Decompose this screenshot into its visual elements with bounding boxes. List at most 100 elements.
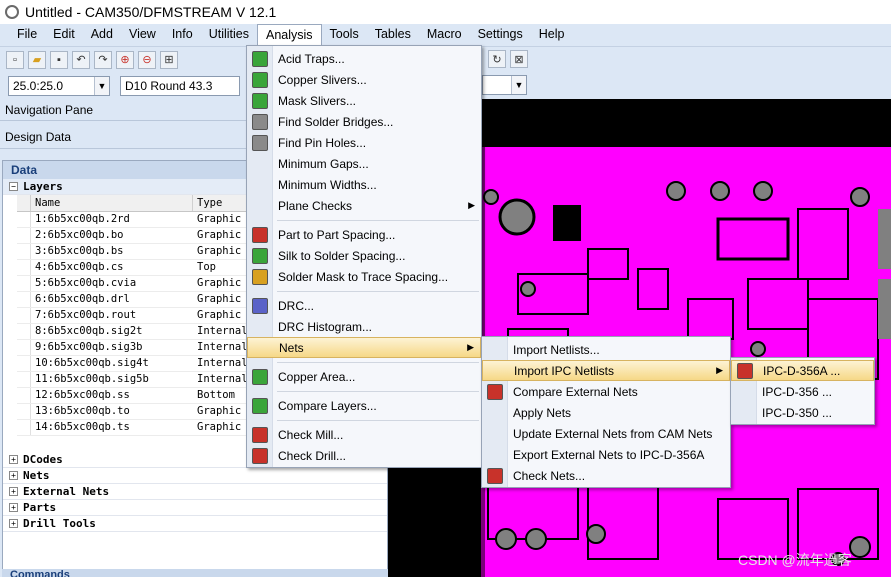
menu-help[interactable]: Help — [531, 24, 573, 46]
submenu-arrow-icon: ▶ — [467, 342, 474, 352]
tree-item-external-nets[interactable]: + External Nets — [3, 484, 387, 500]
expand-icon[interactable]: + — [9, 503, 18, 512]
menu-item-find-pin-holes[interactable]: Find Pin Holes... — [247, 132, 481, 153]
via — [666, 181, 686, 201]
menu-item-part-to-part-spacing[interactable]: Part to Part Spacing... — [247, 224, 481, 245]
menu-item-import-netlists[interactable]: Import Netlists... — [482, 339, 730, 360]
layer-row[interactable]: 11:6b5xc00qb.sig5b Internal — [17, 372, 247, 388]
menu-macro[interactable]: Macro — [419, 24, 470, 46]
menu-analysis[interactable]: Analysis — [256, 24, 322, 46]
menu-item-label: Import IPC Netlists — [514, 363, 615, 378]
menu-item-drc-histogram[interactable]: DRC Histogram... — [247, 316, 481, 337]
expand-icon[interactable]: + — [9, 519, 18, 528]
watermark: CSDN @流年過客 — [738, 552, 852, 568]
menu-item-import-ipc-netlists[interactable]: Import IPC Netlists ▶ — [482, 360, 730, 381]
menu-item-update-external-nets-from-cam-nets[interactable]: Update External Nets from CAM Nets — [482, 423, 730, 444]
menu-item-ipc-d-356[interactable]: IPC-D-356 ... — [731, 381, 874, 402]
layer-row[interactable]: 12:6b5xc00qb.ss Bottom — [17, 388, 247, 404]
menu-item-check-drill[interactable]: Check Drill... — [247, 445, 481, 466]
zoom-window-icon[interactable]: ⊞ — [160, 50, 178, 69]
layer-row[interactable]: 7:6b5xc00qb.rout Graphic — [17, 308, 247, 324]
expand-icon[interactable]: + — [9, 487, 18, 496]
menu-item-compare-external-nets[interactable]: Compare External Nets — [482, 381, 730, 402]
column-header-name[interactable]: Name — [31, 195, 193, 211]
acid-traps-icon — [247, 50, 273, 67]
menu-add[interactable]: Add — [83, 24, 121, 46]
grid-select[interactable]: 25.0:25.0 ▼ — [8, 75, 110, 96]
redo-icon[interactable]: ↷ — [94, 50, 112, 69]
menu-tables[interactable]: Tables — [367, 24, 419, 46]
menu-item-check-nets[interactable]: Check Nets... — [482, 465, 730, 486]
chevron-down-icon: ▼ — [94, 76, 109, 95]
layer-name: 2:6b5xc00qb.bo — [35, 229, 124, 241]
menu-item-ipc-d-356a[interactable]: IPC-D-356A ... — [731, 360, 874, 381]
zoom-out-icon[interactable]: ⊖ — [138, 50, 156, 69]
layer-select[interactable]: ▼ — [482, 75, 527, 95]
layer-row[interactable]: 13:6b5xc00qb.to Graphic — [17, 404, 247, 420]
ipc-import-icon — [732, 362, 758, 379]
via — [750, 341, 766, 357]
save-icon[interactable]: ▪ — [50, 50, 68, 69]
menu-item-copper-slivers[interactable]: Copper Slivers... — [247, 69, 481, 90]
menu-item-nets[interactable]: Nets ▶ — [247, 337, 481, 358]
via — [525, 528, 547, 550]
collapse-icon[interactable]: − — [9, 182, 18, 191]
menu-item-export-external-nets-to-ipc-d-356a[interactable]: Export External Nets to IPC-D-356A — [482, 444, 730, 465]
solder-bridges-icon-glyph — [252, 113, 268, 130]
undo-icon[interactable]: ↶ — [72, 50, 90, 69]
menu-item-solder-mask-to-trace-spacing[interactable]: Solder Mask to Trace Spacing... — [247, 266, 481, 287]
snap-icon[interactable]: ⊠ — [510, 50, 528, 68]
menu-item-ipc-d-350[interactable]: IPC-D-350 ... — [731, 402, 874, 423]
menu-separator — [277, 391, 479, 392]
menu-item-compare-layers[interactable]: Compare Layers... — [247, 395, 481, 416]
layer-row[interactable]: 1:6b5xc00qb.2rd Graphic — [17, 212, 247, 228]
menu-file[interactable]: File — [9, 24, 45, 46]
menu-item-silk-to-solder-spacing[interactable]: Silk to Solder Spacing... — [247, 245, 481, 266]
layer-row[interactable]: 6:6b5xc00qb.drl Graphic — [17, 292, 247, 308]
column-header-type[interactable]: Type — [193, 195, 247, 211]
menu-settings[interactable]: Settings — [470, 24, 531, 46]
design-data-tab[interactable]: Design Data — [0, 121, 246, 149]
ipc-netlists-submenu: IPC-D-356A ... IPC-D-356 ... IPC-D-350 ... — [730, 357, 875, 425]
commands-panel-header[interactable]: Commands — [2, 569, 388, 577]
tree-item-nets[interactable]: + Nets — [3, 468, 387, 484]
menu-info[interactable]: Info — [164, 24, 201, 46]
menu-edit[interactable]: Edit — [45, 24, 83, 46]
menu-item-check-mill[interactable]: Check Mill... — [247, 424, 481, 445]
menu-utilities[interactable]: Utilities — [201, 24, 257, 46]
menu-item-acid-traps[interactable]: Acid Traps... — [247, 48, 481, 69]
menu-item-label: Acid Traps... — [278, 51, 345, 66]
menu-item-plane-checks[interactable]: Plane Checks ▶ — [247, 195, 481, 216]
tree-item-label: Parts — [23, 501, 57, 514]
refresh-icon[interactable]: ↻ — [488, 50, 506, 68]
layer-row[interactable]: 5:6b5xc00qb.cvia Graphic — [17, 276, 247, 292]
menu-item-minimum-gaps[interactable]: Minimum Gaps... — [247, 153, 481, 174]
menu-item-find-solder-bridges[interactable]: Find Solder Bridges... — [247, 111, 481, 132]
layer-row[interactable]: 14:6b5xc00qb.ts Graphic — [17, 420, 247, 436]
menu-view[interactable]: View — [121, 24, 164, 46]
menu-item-minimum-widths[interactable]: Minimum Widths... — [247, 174, 481, 195]
tree-item-parts[interactable]: + Parts — [3, 500, 387, 516]
layer-row[interactable]: 4:6b5xc00qb.cs Top — [17, 260, 247, 276]
menu-item-copper-area[interactable]: Copper Area... — [247, 366, 481, 387]
new-file-icon[interactable]: ▫ — [6, 50, 24, 69]
layers-table-header: Name Type — [17, 195, 247, 212]
layer-row[interactable]: 10:6b5xc00qb.sig4t Internal — [17, 356, 247, 372]
row-gutter — [17, 324, 31, 339]
dcode-select[interactable]: D10 Round 43.3 — [120, 75, 240, 96]
layer-row[interactable]: 3:6b5xc00qb.bs Graphic — [17, 244, 247, 260]
menu-tools[interactable]: Tools — [322, 24, 367, 46]
menu-item-drc[interactable]: DRC... — [247, 295, 481, 316]
layer-row[interactable]: 9:6b5xc00qb.sig3b Internal — [17, 340, 247, 356]
menu-item-mask-slivers[interactable]: Mask Slivers... — [247, 90, 481, 111]
expand-icon[interactable]: + — [9, 455, 18, 464]
pad-strip — [878, 279, 891, 339]
expand-icon[interactable]: + — [9, 471, 18, 480]
menu-item-apply-nets[interactable]: Apply Nets — [482, 402, 730, 423]
zoom-in-icon[interactable]: ⊕ — [116, 50, 134, 69]
menu-item-label: Solder Mask to Trace Spacing... — [278, 269, 449, 284]
layer-row[interactable]: 8:6b5xc00qb.sig2t Internal — [17, 324, 247, 340]
layer-row[interactable]: 2:6b5xc00qb.bo Graphic — [17, 228, 247, 244]
tree-item-drill-tools[interactable]: + Drill Tools — [3, 516, 387, 532]
open-folder-icon[interactable]: ▰ — [28, 50, 46, 69]
